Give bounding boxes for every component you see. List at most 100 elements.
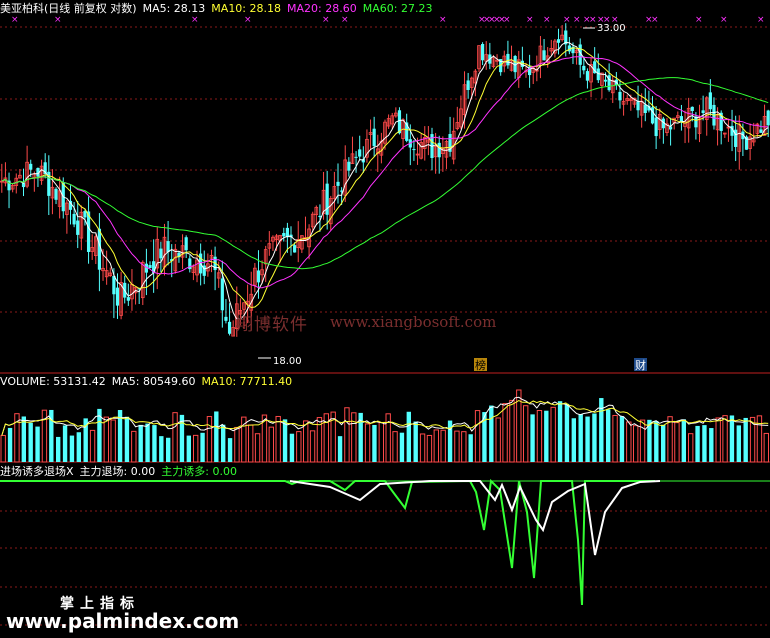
- stock-title: 美亚柏科(日线 前复权 对数): [0, 2, 137, 15]
- volume-ma5-readout: MA5: 80549.60: [111, 375, 196, 388]
- volume-bar: [186, 435, 191, 462]
- candle-body: [285, 227, 289, 238]
- candle-body: [184, 237, 188, 251]
- candle-body: [256, 270, 261, 283]
- signal-x-marker: ×: [244, 15, 252, 25]
- candle-body: [759, 129, 763, 133]
- volume-bar: [200, 432, 205, 462]
- candle-body: [636, 101, 640, 111]
- candle-body: [112, 276, 116, 295]
- volume-bar: [69, 435, 75, 462]
- indicator-name: 进场诱多退场X: [0, 465, 74, 478]
- volume-bar: [124, 416, 130, 462]
- volume-bar: [722, 415, 728, 463]
- candle-body: [72, 213, 76, 225]
- candle-body: [766, 110, 770, 126]
- candle-body: [83, 211, 87, 218]
- volume-bar: [585, 416, 590, 462]
- volume-bar: [289, 433, 295, 462]
- candle-body: [708, 92, 712, 110]
- price-panel-header: 美亚柏科(日线 前复权 对数) MA5: 28.13 MA10: 28.18 MA20…: [0, 2, 438, 15]
- volume-bar: [337, 436, 343, 462]
- volume-bar: [110, 419, 116, 463]
- volume-ma5-line: [1, 396, 769, 436]
- signal-x-marker: ×: [439, 15, 447, 25]
- volume-bar: [7, 427, 13, 462]
- volume-panel-header: VOLUME: 53131.42 MA5: 80549.60 MA10: 77711…: [0, 375, 298, 388]
- candle-body: [582, 65, 586, 71]
- candles-group: [0, 23, 770, 337]
- volume-bar: [736, 425, 741, 462]
- volume-bar: [413, 421, 418, 462]
- candle-body: [115, 287, 120, 306]
- volume-bar: [626, 421, 632, 463]
- candle-body: [293, 245, 297, 253]
- volume-bar: [592, 413, 597, 462]
- signal-x-marker: ×: [720, 15, 728, 25]
- candle-body: [585, 71, 590, 81]
- signal-x-marker: ×: [543, 15, 551, 25]
- candle-body: [690, 106, 694, 112]
- candle-body: [166, 241, 170, 253]
- volume-bar: [619, 416, 625, 462]
- candle-body: [556, 39, 561, 43]
- volume-bar: [419, 433, 426, 463]
- volume-bar: [351, 412, 357, 463]
- signal-x-marker: ×: [503, 15, 511, 25]
- ma60-readout: MA60: 27.23: [362, 2, 433, 15]
- signal-x-marker: ×: [341, 15, 349, 25]
- candle-body: [466, 80, 470, 90]
- volume-bar: [138, 424, 143, 462]
- volume-bar: [633, 425, 639, 463]
- event-marker-2: 财: [635, 358, 646, 372]
- ma10-line: [1, 47, 769, 309]
- high-price-label: 33.00: [597, 23, 626, 34]
- candle-body: [354, 156, 358, 158]
- volume-bar: [639, 419, 646, 463]
- volume-bar: [385, 413, 391, 463]
- ma5-line: [1, 41, 769, 320]
- volume-bar: [523, 405, 529, 463]
- volume-bar: [172, 412, 178, 463]
- candle-body: [679, 116, 684, 122]
- volume-bar: [681, 419, 686, 462]
- volume-bar: [248, 424, 254, 463]
- volume-bar: [21, 416, 26, 462]
- volume-bar: [578, 414, 583, 462]
- candle-body: [481, 43, 485, 61]
- volume-bar: [76, 432, 81, 462]
- volume-readout: VOLUME: 53131.42: [0, 375, 106, 388]
- indicator-panel-header: 进场诱多退场X 主力退场: 0.00 主力诱多: 0.00: [0, 465, 243, 478]
- volume-bar: [159, 436, 164, 462]
- volume-bar: [392, 431, 398, 463]
- candle-body: [372, 128, 376, 147]
- volume-bar: [303, 420, 309, 463]
- volume-bar: [454, 430, 460, 463]
- candle-body: [325, 183, 329, 215]
- volume-bar: [571, 418, 576, 462]
- watermark-cn: 翔博软件: [236, 315, 308, 335]
- signal-x-marker: ×: [573, 15, 581, 25]
- volume-bar: [145, 423, 150, 462]
- signal-x-marker: ×: [54, 15, 62, 25]
- event-marker-1: 榜: [475, 358, 486, 372]
- ma5-readout: MA5: 28.13: [142, 2, 206, 15]
- low-price-label: 18.00: [273, 356, 302, 367]
- volume-bar: [509, 399, 515, 463]
- volume-bar: [702, 425, 707, 462]
- signal-x-marker: ×: [651, 15, 659, 25]
- volume-bar: [131, 430, 137, 463]
- ma20-line: [1, 56, 769, 289]
- volume-bar: [344, 407, 350, 463]
- candle-body: [126, 297, 130, 301]
- volume-bar: [89, 429, 96, 463]
- candle-body: [701, 110, 705, 114]
- volume-bar: [667, 416, 673, 463]
- candle-body: [618, 91, 622, 101]
- volume-bar: [564, 403, 570, 462]
- candle-body: [220, 278, 224, 311]
- volume-bar: [688, 433, 694, 463]
- volume-bar: [206, 416, 213, 463]
- footer-url: www.palmindex.com: [6, 609, 240, 633]
- stock-chart-window: × × × × × × × × × × × × × × × × × × × × × × × × × × × 33.00 18.00 榜财 …: [0, 0, 770, 638]
